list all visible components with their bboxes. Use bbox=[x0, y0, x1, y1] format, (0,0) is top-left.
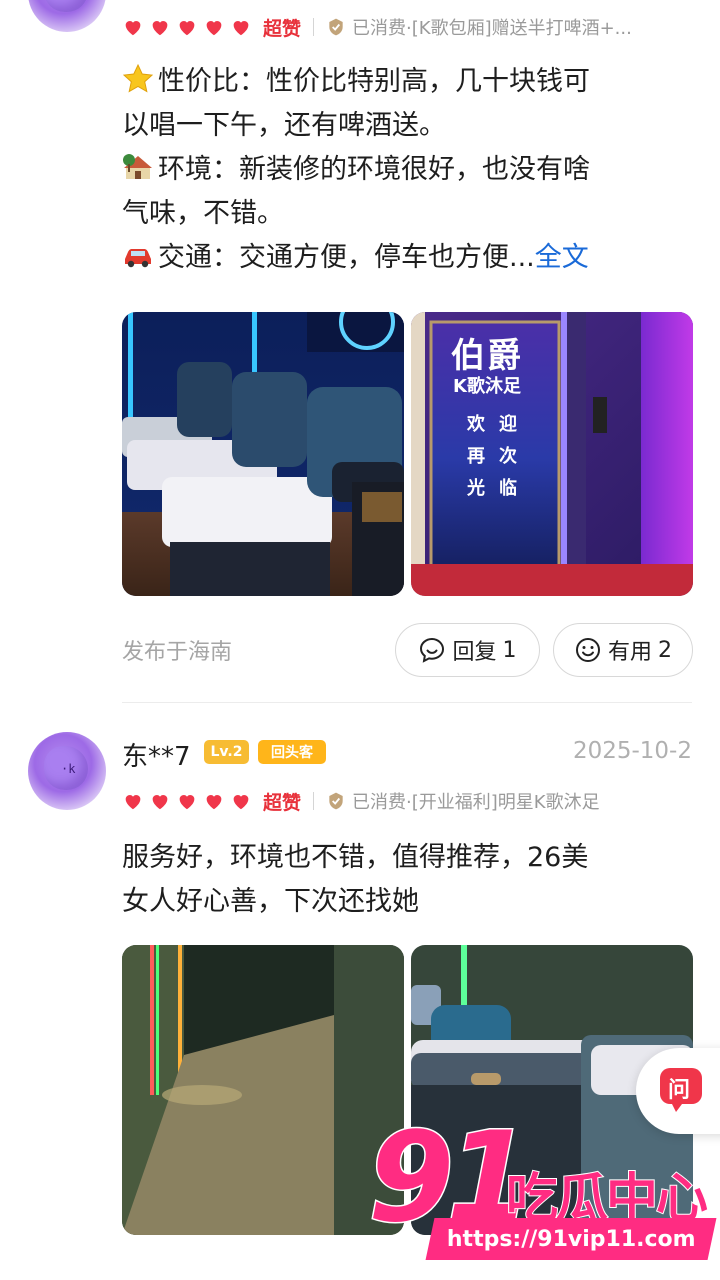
review-line: 气味，不错。 bbox=[122, 192, 682, 236]
sign-title: 伯爵 bbox=[451, 336, 523, 376]
welcome-char: 临 bbox=[499, 478, 517, 499]
heart-icon bbox=[149, 790, 171, 812]
watermark-url: https://91vip11.com bbox=[425, 1218, 717, 1260]
reviewer-name[interactable]: 东**7 bbox=[122, 736, 191, 773]
heart-icon bbox=[203, 16, 225, 38]
review-line-label: 环境： bbox=[158, 154, 239, 185]
heart-icon bbox=[203, 790, 225, 812]
avatar-blob bbox=[44, 0, 88, 12]
review-line-text: 性价比特别高，几十块钱可 bbox=[266, 66, 590, 97]
review-line: 交通：交通方便，停车也方便...全文 bbox=[122, 236, 682, 280]
welcome-char: 光 bbox=[467, 478, 485, 499]
heart-icon bbox=[149, 16, 171, 38]
review-line-text: 交通方便，停车也方便... bbox=[239, 242, 535, 273]
heart-icon bbox=[122, 16, 144, 38]
review-line-label: 性价比： bbox=[158, 66, 266, 97]
review-line: 服务好，环境也不错，值得推荐，26美 bbox=[122, 842, 589, 873]
verified-consumption-icon bbox=[326, 17, 346, 37]
consumption-info[interactable]: 已消费·[开业福利]明星K歌沐足 bbox=[352, 788, 600, 814]
useful-label: 有用 bbox=[607, 640, 652, 665]
massage-room-illustration bbox=[122, 312, 404, 596]
useful-button[interactable]: 有用 2 bbox=[553, 623, 693, 677]
review-line-text: 以唱一下午，还有啤酒送。 bbox=[122, 110, 446, 141]
review-line: 环境：新装修的环境很好，也没有啥 bbox=[122, 148, 682, 192]
house-emoji-icon bbox=[122, 151, 154, 183]
review-body[interactable]: 性价比：性价比特别高，几十块钱可 以唱一下午，还有啤酒送。 环境：新装修的环境很… bbox=[122, 60, 682, 280]
corridor-illustration bbox=[122, 945, 404, 1235]
returning-customer-badge: 回头客 bbox=[258, 740, 326, 764]
welcome-char: 迎 bbox=[499, 414, 517, 435]
consumption-info[interactable]: 已消费·[K歌包厢]赠送半打啤酒+... bbox=[352, 14, 632, 40]
heart-icon bbox=[230, 790, 252, 812]
welcome-char: 欢 bbox=[467, 414, 485, 435]
full-text-link[interactable]: 全文 bbox=[535, 242, 589, 273]
smile-icon bbox=[574, 636, 602, 664]
ask-label: 问 bbox=[668, 1078, 691, 1103]
review-date: 2025-10-2 bbox=[572, 738, 692, 764]
rating-row: 超赞 已消费·[K歌包厢]赠送半打啤酒+... bbox=[122, 12, 632, 42]
reply-button[interactable]: 回复 1 bbox=[395, 623, 540, 677]
review-line: 女人好心善，下次还找她 bbox=[122, 886, 419, 917]
verified-consumption-icon bbox=[326, 791, 346, 811]
ask-icon: 问 bbox=[656, 1064, 706, 1114]
review-divider bbox=[122, 702, 692, 703]
review-body[interactable]: 服务好，环境也不错，值得推荐，26美 女人好心善，下次还找她 bbox=[122, 836, 682, 924]
separator bbox=[313, 18, 315, 36]
useful-count: 2 bbox=[658, 637, 672, 663]
reviewer-avatar[interactable]: ·k bbox=[28, 732, 106, 810]
reply-label: 回复 bbox=[452, 640, 497, 665]
welcome-char: 再 bbox=[467, 446, 485, 467]
level-badge: Lv.2 bbox=[204, 740, 249, 764]
avatar-face: ·k bbox=[61, 762, 76, 776]
comment-icon bbox=[418, 636, 446, 664]
heart-icon bbox=[176, 790, 198, 812]
ask-question-button[interactable]: 问 bbox=[636, 1048, 720, 1134]
rating-label: 超赞 bbox=[263, 791, 302, 814]
review-line-label: 交通： bbox=[158, 242, 239, 273]
heart-icon bbox=[122, 790, 144, 812]
welcome-char: 次 bbox=[499, 446, 517, 467]
watermark-url-text: https://91vip11.com bbox=[446, 1226, 696, 1252]
review-line: 性价比：性价比特别高，几十块钱可 bbox=[122, 60, 682, 104]
review-line-text: 新装修的环境很好，也没有啥 bbox=[239, 154, 590, 185]
separator bbox=[313, 792, 315, 810]
welcome-sign: 欢 迎 再 次 光 临 bbox=[467, 410, 531, 500]
star-emoji-icon bbox=[122, 63, 154, 95]
rating-row: 超赞 已消费·[开业福利]明星K歌沐足 bbox=[122, 786, 600, 816]
car-emoji-icon bbox=[122, 239, 154, 271]
review-line-text: 气味，不错。 bbox=[122, 198, 284, 229]
heart-icon bbox=[176, 16, 198, 38]
reviewer-avatar[interactable] bbox=[28, 0, 106, 32]
heart-icon bbox=[230, 16, 252, 38]
entrance-door-photo[interactable]: 伯爵 K歌沐足 欢 迎 再 次 光 临 bbox=[411, 312, 693, 596]
review-line: 以唱一下午，还有啤酒送。 bbox=[122, 104, 682, 148]
post-location: 发布于海南 bbox=[122, 640, 233, 665]
sign-subtitle: K歌沐足 bbox=[453, 376, 521, 397]
corridor-photo[interactable] bbox=[122, 945, 404, 1235]
massage-room-photo[interactable] bbox=[122, 312, 404, 596]
rating-label: 超赞 bbox=[263, 17, 302, 40]
reply-count: 1 bbox=[502, 637, 517, 663]
